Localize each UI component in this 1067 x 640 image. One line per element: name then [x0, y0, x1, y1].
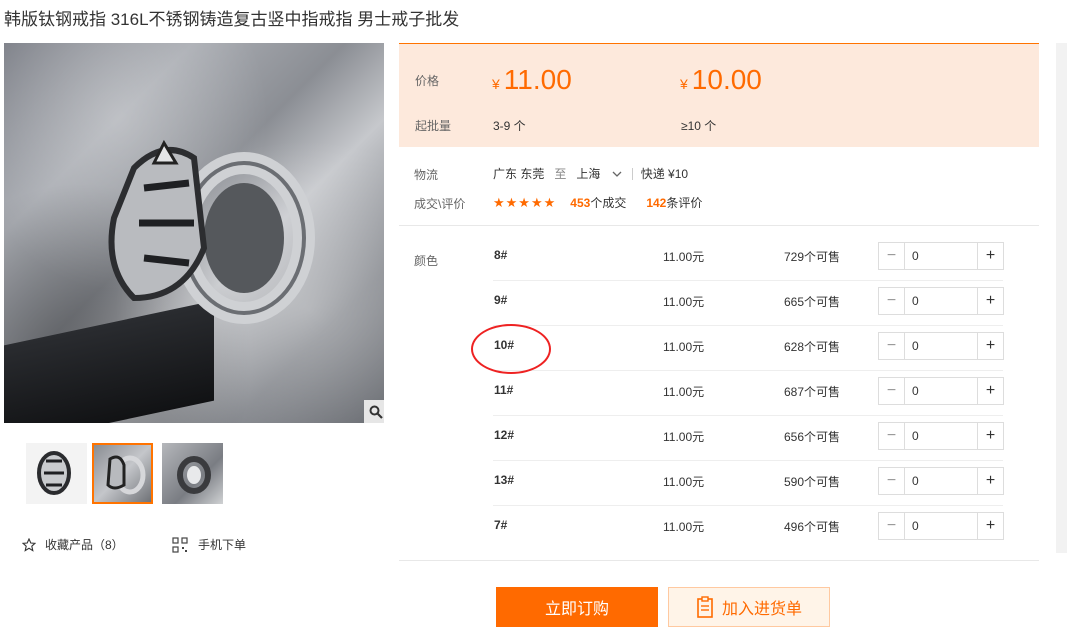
quantity-stepper: − 0 + — [878, 467, 1004, 495]
minus-icon[interactable]: − — [879, 378, 905, 404]
thumbnail-3[interactable] — [162, 443, 223, 504]
quantity-input[interactable]: 0 — [905, 333, 977, 359]
logistics-row: 广东 东莞 至 上海 快递 ¥10 — [493, 165, 688, 182]
table-row: 13# 11.00元 590个可售 − 0 + — [493, 461, 1004, 506]
table-row: 7# 11.00元 496个可售 − 0 + — [493, 506, 1004, 551]
sku-price: 11.00元 — [663, 340, 705, 354]
mobile-order-label: 手机下单 — [198, 538, 247, 552]
ship-to-select[interactable]: 上海 — [576, 165, 622, 182]
favorite-label: 收藏产品（8） — [45, 538, 124, 552]
sku-name: 9# — [494, 293, 508, 307]
sku-stock: 656个可售 — [784, 430, 841, 444]
sku-label: 颜色 — [414, 254, 439, 268]
sku-stock: 665个可售 — [784, 295, 841, 309]
trade-label: 成交\评价 — [414, 197, 466, 211]
favorite-product[interactable]: 收藏产品（8） — [22, 536, 124, 553]
sku-name: 11# — [494, 383, 514, 397]
plus-icon[interactable]: + — [977, 468, 1003, 494]
quantity-stepper: − 0 + — [878, 377, 1004, 405]
qty-tier-1: 3-9 个 — [493, 119, 526, 133]
minus-icon[interactable]: − — [879, 423, 905, 449]
quantity-stepper: − 0 + — [878, 287, 1004, 315]
quantity-stepper: − 0 + — [878, 422, 1004, 450]
qty-tier-2: ≥10 个 — [681, 119, 717, 133]
plus-icon[interactable]: + — [977, 333, 1003, 359]
highlight-circle — [471, 324, 551, 374]
quantity-stepper: − 0 + — [878, 332, 1004, 360]
deal-count[interactable]: 453个成交 — [570, 194, 626, 211]
divider — [399, 225, 1039, 226]
table-row: 8# 11.00元 729个可售 − 0 + — [493, 236, 1004, 281]
add-to-cart-label: 加入进货单 — [721, 601, 802, 618]
price-tier-2: ¥10.00 — [680, 64, 762, 95]
zoom-icon[interactable] — [364, 400, 384, 423]
plus-icon[interactable]: + — [977, 423, 1003, 449]
sku-price: 11.00元 — [663, 475, 705, 489]
chevron-down-icon — [612, 171, 622, 177]
price-panel: 价格 起批量 ¥11.00 3-9 个 ¥10.00 ≥10 个 — [399, 43, 1039, 147]
thumbnail-2[interactable] — [92, 443, 153, 504]
star-outline-icon — [22, 537, 36, 552]
plus-icon[interactable]: + — [977, 288, 1003, 314]
plus-icon[interactable]: + — [977, 378, 1003, 404]
review-count[interactable]: 142条评价 — [646, 194, 702, 211]
logistics-label: 物流 — [414, 168, 439, 182]
table-row: 9# 11.00元 665个可售 − 0 + — [493, 281, 1004, 326]
order-now-button[interactable]: 立即订购 — [496, 587, 658, 627]
product-title: 韩版钛钢戒指 316L不锈钢铸造复古竖中指戒指 男士戒子批发 — [4, 10, 460, 29]
sku-name: 13# — [494, 473, 515, 487]
mobile-order[interactable]: 手机下单 — [172, 536, 246, 553]
main-product-image[interactable] — [4, 43, 384, 423]
price-tier-1: ¥11.00 — [492, 64, 572, 95]
rating-stars: ★★★★★ — [493, 194, 557, 210]
plus-icon[interactable]: + — [977, 513, 1003, 539]
sku-price: 11.00元 — [663, 520, 705, 534]
sku-name: 7# — [494, 518, 508, 532]
trade-row: ★★★★★ 453个成交 142条评价 — [493, 194, 702, 211]
add-to-cart-button[interactable]: 加入进货单 — [668, 587, 830, 627]
minus-icon[interactable]: − — [879, 513, 905, 539]
sku-stock: 496个可售 — [784, 520, 841, 534]
scrollbar[interactable] — [1056, 43, 1067, 553]
minus-icon[interactable]: − — [879, 468, 905, 494]
table-row: 10# 11.00元 628个可售 − 0 + — [493, 326, 1004, 371]
minus-icon[interactable]: − — [879, 243, 905, 269]
sku-stock: 590个可售 — [784, 475, 841, 489]
sku-name: 12# — [494, 428, 515, 442]
clipboard-icon — [697, 596, 713, 618]
qr-code-icon — [172, 536, 188, 553]
divider — [399, 560, 1039, 561]
quantity-stepper: − 0 + — [878, 512, 1004, 540]
sku-stock: 628个可售 — [784, 340, 841, 354]
ship-from: 广东 东莞 — [493, 167, 545, 181]
sku-price: 11.00元 — [663, 430, 705, 444]
minus-icon[interactable]: − — [879, 288, 905, 314]
to-word: 至 — [554, 167, 567, 181]
quantity-input[interactable]: 0 — [905, 513, 977, 539]
sku-price: 11.00元 — [663, 385, 705, 399]
sku-stock: 729个可售 — [784, 250, 841, 264]
shipping-method: 快递 ¥10 — [640, 167, 689, 181]
quantity-input[interactable]: 0 — [905, 423, 977, 449]
thumbnail-1[interactable] — [26, 443, 87, 504]
moq-label: 起批量 — [415, 119, 452, 133]
ring-illustration — [108, 139, 315, 324]
quantity-input[interactable]: 0 — [905, 378, 977, 404]
quantity-input[interactable]: 0 — [905, 288, 977, 314]
quantity-input[interactable]: 0 — [905, 243, 977, 269]
sku-name: 8# — [494, 248, 508, 262]
sku-price: 11.00元 — [663, 250, 705, 264]
minus-icon[interactable]: − — [879, 333, 905, 359]
plus-icon[interactable]: + — [977, 243, 1003, 269]
quantity-input[interactable]: 0 — [905, 468, 977, 494]
price-label: 价格 — [415, 74, 440, 88]
table-row: 12# 11.00元 656个可售 − 0 + — [493, 416, 1004, 461]
table-row: 11# 11.00元 687个可售 − 0 + — [493, 371, 1004, 416]
sku-price: 11.00元 — [663, 295, 705, 309]
separator — [631, 167, 633, 180]
sku-stock: 687个可售 — [784, 385, 841, 399]
quantity-stepper: − 0 + — [878, 242, 1004, 270]
